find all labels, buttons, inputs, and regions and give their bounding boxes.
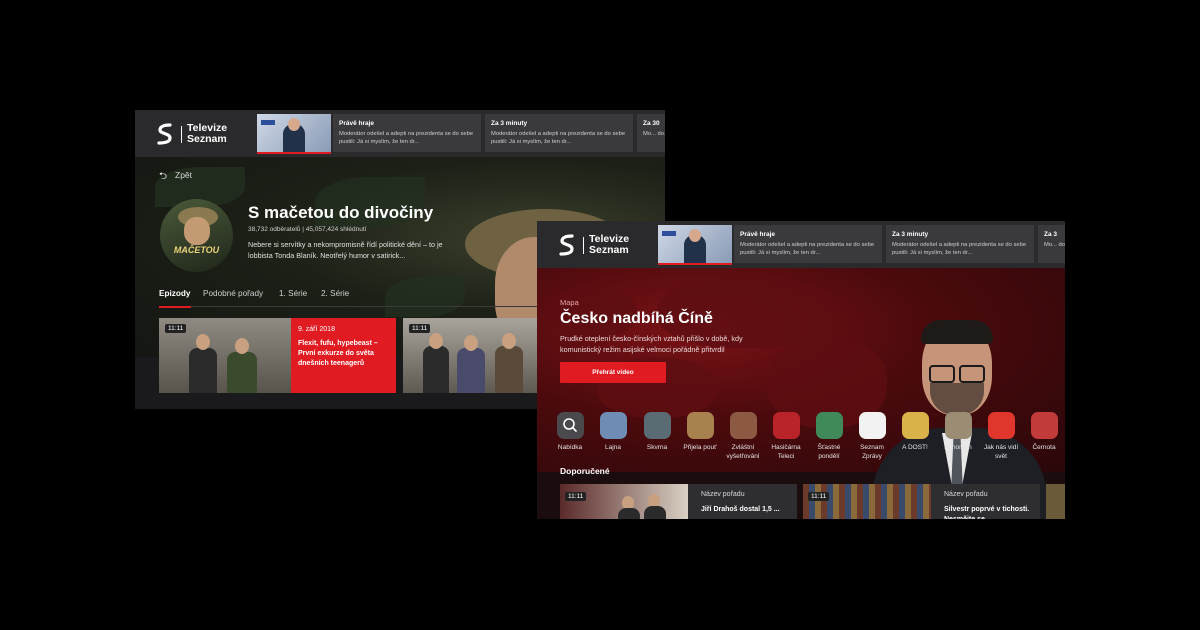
schedule-card-later[interactable]: Za 3 Mo... do... — [1038, 225, 1065, 263]
tab-serie-2[interactable]: 2. Série — [321, 289, 349, 298]
recommended-card[interactable]: 11:11 Název pořadu Jiří Drahoš dostal 1,… — [560, 484, 797, 519]
home-screen: Televize Seznam Právě hraje Moderátor ode… — [537, 221, 1065, 519]
chip-jak-nas-vidi-svet[interactable]: Jak nás vidí svět — [979, 412, 1023, 461]
show-meta: 38,732 odběratelů | 45,057,424 shlédnutí — [248, 226, 367, 233]
show-thumbnail — [815, 412, 843, 439]
recommended-duration: 11:11 — [808, 492, 830, 501]
show-thumbnail — [686, 412, 714, 439]
show-thumbnail — [987, 412, 1015, 439]
chip-a-dost[interactable]: A DOST! — [893, 412, 937, 452]
chip-lajna[interactable]: Lajna — [591, 412, 635, 452]
schedule-card-next[interactable]: Za 3 minuty Moderátor odešel a adepti na… — [886, 225, 1034, 263]
show-description: Nebere si servítky a nekompromisně řídí … — [248, 240, 443, 260]
schedule-card-now[interactable]: Právě hraje Moderátor odešel a adepti na… — [333, 114, 481, 152]
play-video-button[interactable]: Přehrát video — [560, 362, 666, 383]
episode-duration: 11:11 — [409, 324, 431, 333]
show-thumbnail — [729, 412, 757, 439]
show-thumbnail — [599, 412, 627, 439]
episode-card[interactable]: 11:11 9. září 2018 Flexit, fufu, hypebea… — [159, 318, 396, 393]
tab-serie-1[interactable]: 1. Série — [279, 289, 307, 298]
seznam-s-icon — [559, 234, 574, 256]
show-thumbnail — [772, 412, 800, 439]
recommended-duration: 11:11 — [565, 492, 587, 501]
chip-skvrna[interactable]: Skvrna — [635, 412, 679, 452]
chip-fenomen[interactable]: Fenomén — [936, 412, 980, 452]
recommended-thumbnail — [803, 484, 931, 519]
live-thumbnail[interactable] — [658, 225, 732, 265]
tab-podobne-porady[interactable]: Podobné pořady — [203, 289, 263, 298]
top-bar: Televize Seznam Právě hraje Moderátor ode… — [135, 110, 665, 157]
recommended-card[interactable]: 11:11 Název pořadu Silvestr poprvé v tic… — [803, 484, 1040, 519]
live-thumbnail[interactable] — [257, 114, 331, 154]
episode-duration: 11:11 — [165, 324, 187, 333]
active-tab-indicator — [159, 306, 191, 308]
recommended-thumbnail — [560, 484, 688, 519]
schedule-card-next[interactable]: Za 3 minuty Moderátor odešel a adepti na… — [485, 114, 633, 152]
show-thumbnail — [858, 412, 886, 439]
chip-seznam-zpravy[interactable]: Seznam Zprávy — [850, 412, 894, 461]
show-thumbnail — [643, 412, 671, 439]
recommended-card[interactable] — [1046, 484, 1065, 519]
top-bar: Televize Seznam Právě hraje Moderátor ode… — [537, 221, 1065, 268]
schedule-card-later[interactable]: Za 30 Mo... do... — [637, 114, 665, 152]
chip-stastne-pondeli[interactable]: Šťastné pondělí — [807, 412, 851, 461]
hero-title: Česko nadbíhá Číně — [560, 310, 713, 327]
search-icon — [556, 412, 584, 439]
show-thumbnail — [901, 412, 929, 439]
logo-text: Televize Seznam — [589, 233, 630, 256]
back-arrow-icon[interactable]: ⮌ — [159, 169, 167, 186]
logo-text: Televize Seznam — [187, 122, 228, 145]
show-thumbnail — [944, 412, 972, 439]
show-poster: MAČETOU — [160, 199, 233, 272]
chip-cernota[interactable]: Černota — [1022, 412, 1065, 452]
chip-nabidka[interactable]: Nabídka — [548, 412, 592, 452]
hero-category: Mapa — [560, 298, 579, 307]
chip-hasicarna-teleci[interactable]: Hasičárna Teleci — [764, 412, 808, 461]
episode-info: 9. září 2018 Flexit, fufu, hypebeast – P… — [291, 318, 396, 393]
back-button[interactable]: Zpět — [175, 170, 192, 180]
tab-epizody[interactable]: Epizody — [159, 289, 190, 298]
chip-prijela-pout[interactable]: Přijela pouť — [678, 412, 722, 452]
chip-zvlastni-vysetrovani[interactable]: Zvláštní vyšetřování — [721, 412, 765, 461]
show-thumbnail — [1030, 412, 1058, 439]
seznam-s-icon — [157, 123, 172, 145]
schedule-card-now[interactable]: Právě hraje Moderátor odešel a adepti na… — [734, 225, 882, 263]
hero-description: Prudké oteplení česko-čínských vztahů př… — [560, 334, 743, 354]
televize-seznam-logo[interactable]: Televize Seznam — [157, 122, 237, 146]
televize-seznam-logo[interactable]: Televize Seznam — [559, 233, 639, 257]
show-title: S mačetou do divočiny — [248, 203, 434, 222]
recommended-heading: Doporučené — [560, 466, 610, 476]
